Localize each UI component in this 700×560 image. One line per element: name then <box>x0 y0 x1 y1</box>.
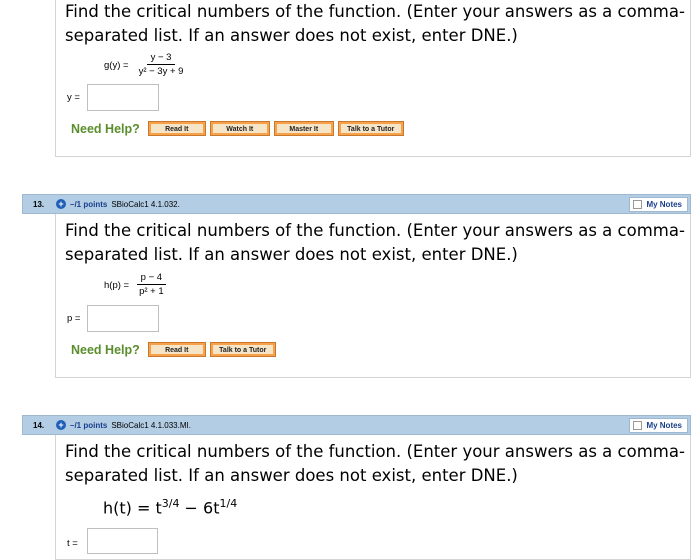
function-lhs: h(p) = <box>104 279 130 291</box>
read-it-button[interactable]: Read It <box>147 342 206 357</box>
button-label: Talk to a Tutor <box>340 124 401 133</box>
answer-label: p = <box>67 313 81 324</box>
button-label: Read It <box>150 345 203 354</box>
question-number: 14. <box>33 420 45 430</box>
button-label: Master It <box>276 124 331 133</box>
my-notes-button[interactable]: My Notes <box>629 417 688 433</box>
button-label: Read It <box>150 124 203 133</box>
need-help-label: Need Help? <box>71 121 140 136</box>
question-prompt: Find the critical numbers of the functio… <box>65 0 685 48</box>
question-header-14: 14. + –/1 points SBioCalc1 4.1.033.MI. M… <box>22 415 691 435</box>
expand-plus-icon[interactable]: + <box>56 199 66 209</box>
read-it-button[interactable]: Read It <box>147 121 206 136</box>
question-header-13: 13. + –/1 points SBioCalc1 4.1.032. My N… <box>22 194 691 214</box>
button-label: Watch It <box>212 124 267 133</box>
question-prompt: Find the critical numbers of the functio… <box>65 440 685 488</box>
need-help-bar: Need Help? Read It Watch It Master It Ta… <box>71 121 408 136</box>
prompt-line: Find the critical numbers of the functio… <box>65 221 685 240</box>
function-lhs: g(y) = <box>104 59 129 71</box>
answer-label: t = <box>67 538 78 549</box>
question-source: SBioCalc1 4.1.032. <box>111 199 180 209</box>
prompt-line: separated list. If an answer does not ex… <box>65 245 518 264</box>
fraction-numerator: y − 3 <box>146 52 176 65</box>
need-help-label: Need Help? <box>71 342 140 357</box>
fraction: p − 4 p² + 1 <box>135 272 168 298</box>
notes-checkbox-icon <box>633 199 643 209</box>
question-number: 13. <box>33 199 45 209</box>
fraction-numerator: p − 4 <box>136 272 167 285</box>
function-part: h(t) = t <box>103 498 162 518</box>
points-label: –/1 points <box>70 199 108 209</box>
prompt-line: separated list. If an answer does not ex… <box>65 26 518 45</box>
fraction: y − 3 y² − 3y + 9 <box>135 52 188 78</box>
fraction-denominator: p² + 1 <box>139 286 164 297</box>
answer-input[interactable] <box>87 528 158 554</box>
talk-to-tutor-button[interactable]: Talk to a Tutor <box>209 342 276 357</box>
function-part: − 6t <box>179 498 220 518</box>
prompt-line: Find the critical numbers of the functio… <box>65 442 685 461</box>
prompt-line: Find the critical numbers of the functio… <box>65 2 685 21</box>
my-notes-button[interactable]: My Notes <box>629 196 688 212</box>
function-exponent: 1/4 <box>219 497 238 510</box>
function-exponent: 3/4 <box>161 497 180 510</box>
function-expression: g(y) = y − 3 y² − 3y + 9 <box>104 52 187 78</box>
fraction-denominator: y² − 3y + 9 <box>138 66 184 77</box>
question-prompt: Find the critical numbers of the functio… <box>65 219 685 267</box>
notes-checkbox-icon <box>633 420 643 430</box>
need-help-bar: Need Help? Read It Talk to a Tutor <box>71 342 280 357</box>
my-notes-label: My Notes <box>646 199 682 209</box>
answer-input[interactable] <box>87 305 159 332</box>
function-expression: h(t) = t3/4 − 6t1/4 <box>103 497 237 517</box>
function-expression: h(p) = p − 4 p² + 1 <box>104 272 168 298</box>
prompt-line: separated list. If an answer does not ex… <box>65 466 518 485</box>
master-it-button[interactable]: Master It <box>273 121 334 136</box>
answer-input[interactable] <box>87 84 159 111</box>
my-notes-label: My Notes <box>646 420 682 430</box>
answer-label: y = <box>67 92 80 103</box>
points-label: –/1 points <box>70 420 108 430</box>
watch-it-button[interactable]: Watch It <box>209 121 270 136</box>
button-label: Talk to a Tutor <box>212 345 273 354</box>
talk-to-tutor-button[interactable]: Talk to a Tutor <box>337 121 404 136</box>
question-source: SBioCalc1 4.1.033.MI. <box>111 420 191 430</box>
expand-plus-icon[interactable]: + <box>56 420 66 430</box>
